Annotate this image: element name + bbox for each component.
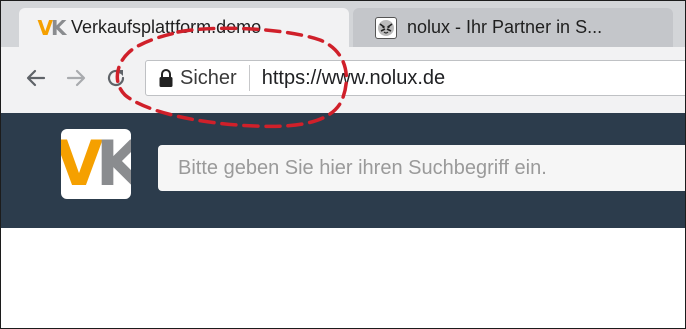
- site-header: VK: [1, 113, 685, 228]
- tiger-icon: [375, 16, 397, 39]
- search-input[interactable]: [158, 145, 685, 191]
- url-text[interactable]: https://www.nolux.de: [262, 67, 445, 90]
- back-button[interactable]: [23, 65, 49, 91]
- secure-label[interactable]: Sicher: [180, 67, 237, 90]
- forward-button[interactable]: [63, 65, 89, 91]
- omnibox-divider: [248, 65, 250, 91]
- browser-toolbar: Sicher https://www.nolux.de: [1, 47, 685, 114]
- tab-verkaufsplattform[interactable]: VK Verkaufsplattform.demo: [19, 8, 349, 47]
- tab-title: Verkaufsplattform.demo: [71, 17, 262, 37]
- site-logo[interactable]: VK: [61, 129, 131, 199]
- reload-icon: [107, 69, 125, 87]
- address-bar[interactable]: Sicher https://www.nolux.de: [145, 60, 685, 96]
- vk-logo-icon: VK: [37, 15, 67, 40]
- tab-title: nolux - Ihr Partner in S...: [407, 17, 603, 37]
- forward-arrow-icon: [66, 69, 86, 87]
- reload-button[interactable]: [103, 65, 129, 91]
- tab-nolux[interactable]: nolux - Ihr Partner in S...: [353, 8, 673, 47]
- browser-window: VK Verkaufsplattform.demo nolux - Ihr Pa…: [0, 0, 686, 329]
- tab-strip: VK Verkaufsplattform.demo nolux - Ihr Pa…: [1, 1, 685, 47]
- back-arrow-icon: [26, 69, 46, 87]
- lock-icon: [158, 68, 174, 88]
